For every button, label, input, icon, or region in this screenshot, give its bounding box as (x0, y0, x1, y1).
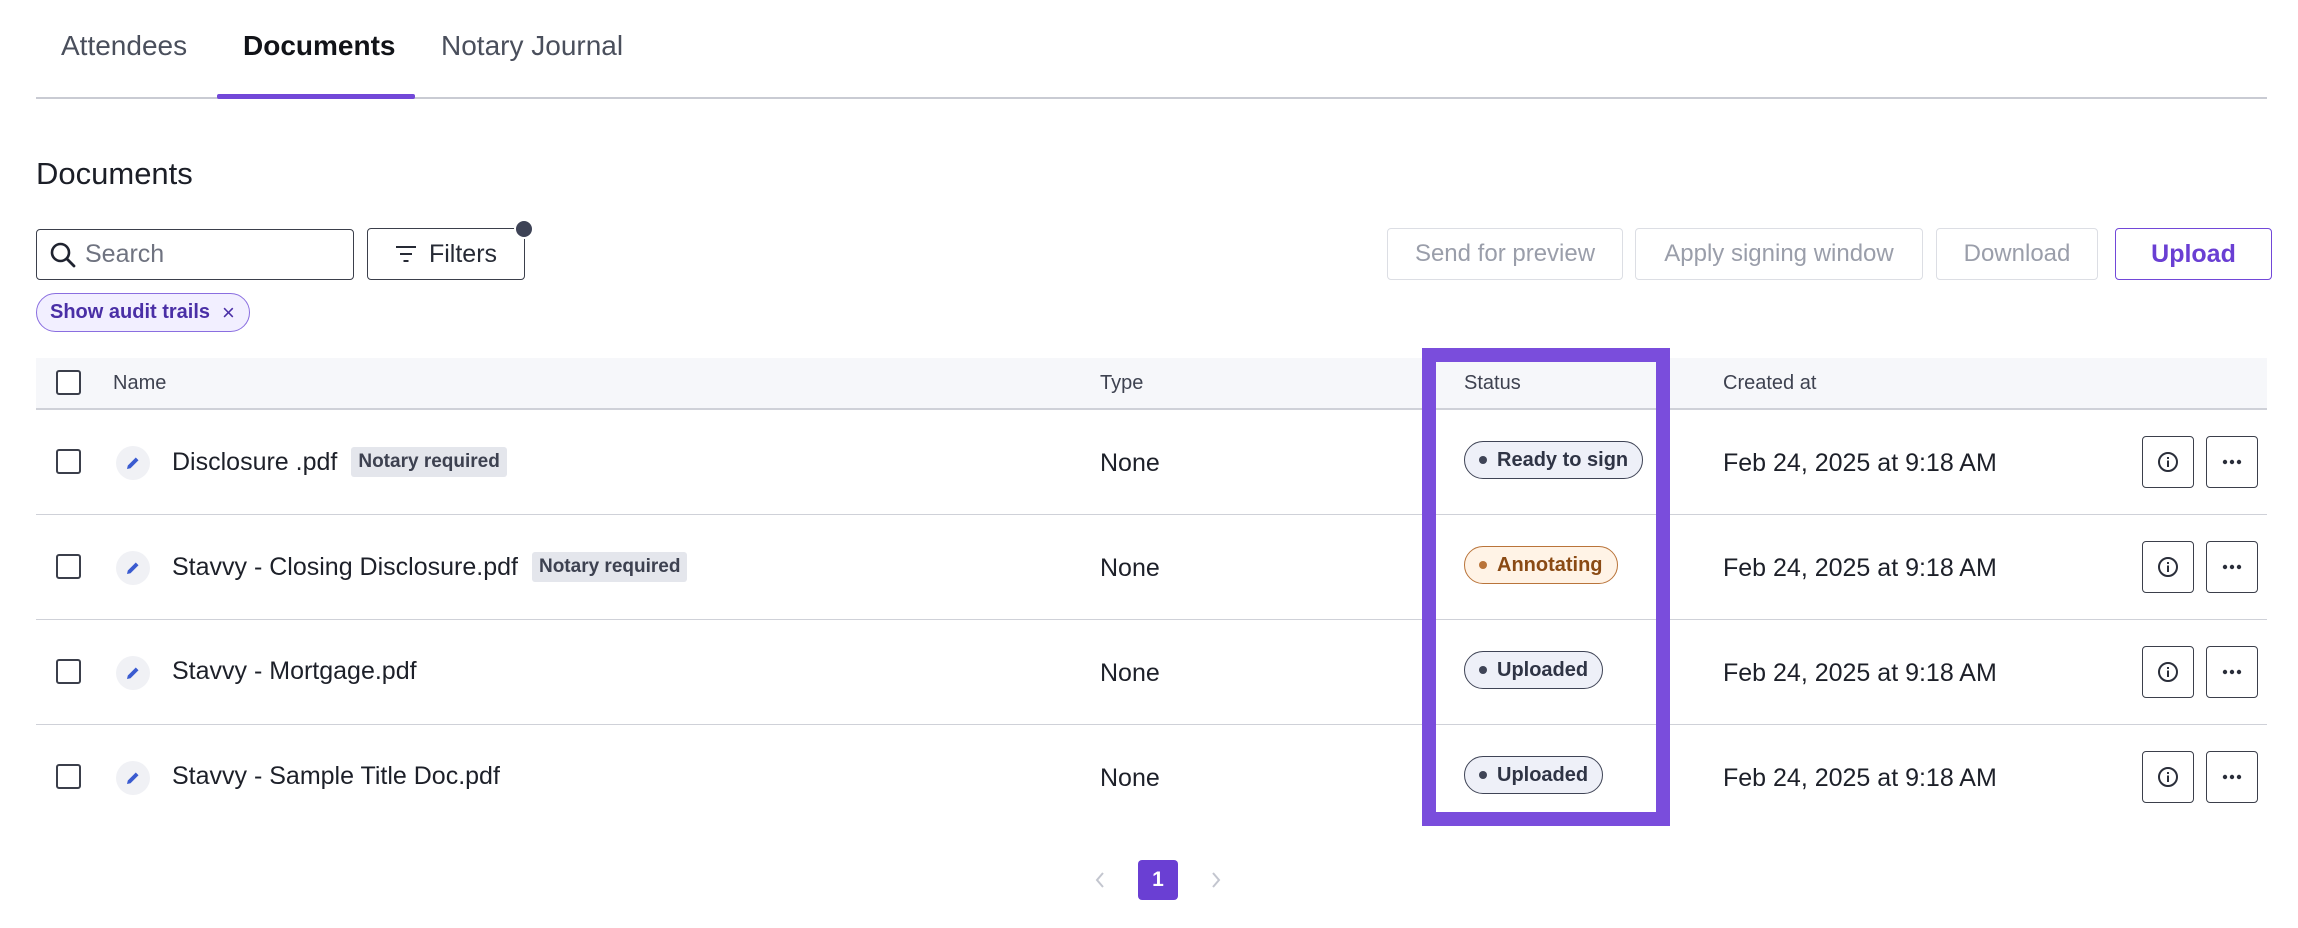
status-badge: Ready to sign (1464, 441, 1644, 479)
created-at: Feb 24, 2025 at 9:18 AM (1723, 659, 1997, 687)
table-row[interactable]: Stavvy - Mortgage.pdf None Uploaded Feb … (36, 620, 2267, 725)
info-icon (2158, 557, 2178, 577)
section-title: Documents (36, 156, 193, 191)
document-name-text[interactable]: Stavvy - Closing Disclosure.pdf (172, 553, 518, 582)
row-checkbox[interactable] (56, 449, 81, 474)
select-all-checkbox[interactable] (56, 370, 81, 395)
notary-required-badge: Notary required (531, 552, 688, 582)
tab-attendees[interactable]: Attendees (61, 30, 187, 62)
send-for-preview-button[interactable]: Send for preview (1387, 228, 1623, 280)
document-type: None (1100, 449, 1160, 477)
chevron-left-icon[interactable] (1090, 870, 1110, 890)
status-dot (1479, 771, 1487, 779)
document-name-text[interactable]: Stavvy - Mortgage.pdf (172, 657, 417, 686)
status-label: Ready to sign (1497, 448, 1629, 471)
created-at: Feb 24, 2025 at 9:18 AM (1723, 764, 1997, 792)
pencil-icon[interactable] (116, 656, 150, 690)
table-row[interactable]: Stavvy - Closing Disclosure.pdf Notary r… (36, 515, 2267, 620)
chevron-right-icon[interactable] (1206, 870, 1226, 890)
filters-button[interactable]: Filters (367, 219, 534, 280)
row-checkbox[interactable] (56, 764, 81, 789)
document-type: None (1100, 659, 1160, 687)
document-name[interactable]: Stavvy - Mortgage.pdf (172, 657, 417, 686)
notary-required-badge: Notary required (351, 447, 507, 477)
tab-notary-journal[interactable]: Notary Journal (441, 30, 623, 62)
row-checkbox[interactable] (56, 554, 81, 579)
search-icon (50, 242, 76, 267)
table-row[interactable]: Stavvy - Sample Title Doc.pdf None Uploa… (36, 725, 2267, 830)
more-icon (2222, 669, 2242, 675)
pencil-icon[interactable] (116, 551, 150, 585)
column-header-created[interactable]: Created at (1723, 372, 1816, 395)
pagination: 1 (1090, 860, 1226, 900)
more-actions-button[interactable] (2206, 541, 2258, 593)
page-number-current[interactable]: 1 (1138, 860, 1178, 900)
more-actions-button[interactable] (2206, 646, 2258, 698)
status-dot (1479, 666, 1487, 674)
pencil-icon[interactable] (116, 761, 150, 795)
status-badge: Annotating (1464, 546, 1618, 584)
document-name[interactable]: Stavvy - Closing Disclosure.pdf Notary r… (172, 552, 688, 582)
filters-label: Filters (428, 239, 498, 268)
status-dot (1479, 456, 1487, 464)
active-tab-indicator (217, 94, 415, 99)
info-button[interactable] (2142, 751, 2194, 803)
download-button[interactable]: Download (1936, 228, 2098, 280)
filters-active-indicator (514, 219, 534, 239)
status-label: Annotating (1497, 553, 1603, 576)
more-actions-button[interactable] (2206, 751, 2258, 803)
document-name[interactable]: Stavvy - Sample Title Doc.pdf (172, 762, 500, 791)
column-header-type[interactable]: Type (1100, 372, 1143, 395)
filter-icon (395, 246, 416, 262)
info-icon (2158, 662, 2178, 682)
table-row[interactable]: Disclosure .pdf Notary required None Rea… (36, 410, 2267, 515)
info-icon (2158, 452, 2178, 472)
search-input[interactable] (85, 240, 335, 269)
column-header-name[interactable]: Name (113, 372, 166, 395)
column-header-status[interactable]: Status (1464, 372, 1521, 395)
status-badge: Uploaded (1464, 651, 1604, 689)
document-type: None (1100, 554, 1160, 582)
info-button[interactable] (2142, 646, 2194, 698)
apply-signing-window-button[interactable]: Apply signing window (1635, 228, 1923, 280)
close-icon[interactable]: × (222, 300, 235, 326)
documents-table: Name Type Status Created at Disclosure .… (36, 358, 2267, 830)
tab-documents[interactable]: Documents (243, 30, 395, 62)
upload-button[interactable]: Upload (2115, 228, 2272, 280)
document-type: None (1100, 764, 1160, 792)
tab-bar: Attendees Documents Notary Journal (36, 0, 2267, 99)
more-actions-button[interactable] (2206, 436, 2258, 488)
more-icon (2222, 564, 2242, 570)
pencil-icon[interactable] (116, 446, 150, 480)
info-button[interactable] (2142, 541, 2194, 593)
filter-chip-audit-trails: Show audit trails × (36, 293, 250, 332)
status-label: Uploaded (1497, 763, 1589, 786)
document-name[interactable]: Disclosure .pdf Notary required (172, 447, 507, 477)
filter-chip-label: Show audit trails (50, 301, 211, 323)
created-at: Feb 24, 2025 at 9:18 AM (1723, 554, 1997, 582)
status-badge: Uploaded (1464, 756, 1604, 794)
row-checkbox[interactable] (56, 659, 81, 684)
status-dot (1479, 561, 1487, 569)
status-label: Uploaded (1497, 658, 1589, 681)
more-icon (2222, 459, 2242, 465)
info-icon (2158, 767, 2178, 787)
more-icon (2222, 774, 2242, 780)
created-at: Feb 24, 2025 at 9:18 AM (1723, 449, 1997, 477)
document-name-text[interactable]: Disclosure .pdf (172, 448, 337, 477)
search-box[interactable] (36, 229, 354, 280)
table-header: Name Type Status Created at (36, 358, 2267, 410)
info-button[interactable] (2142, 436, 2194, 488)
document-name-text[interactable]: Stavvy - Sample Title Doc.pdf (172, 762, 500, 791)
